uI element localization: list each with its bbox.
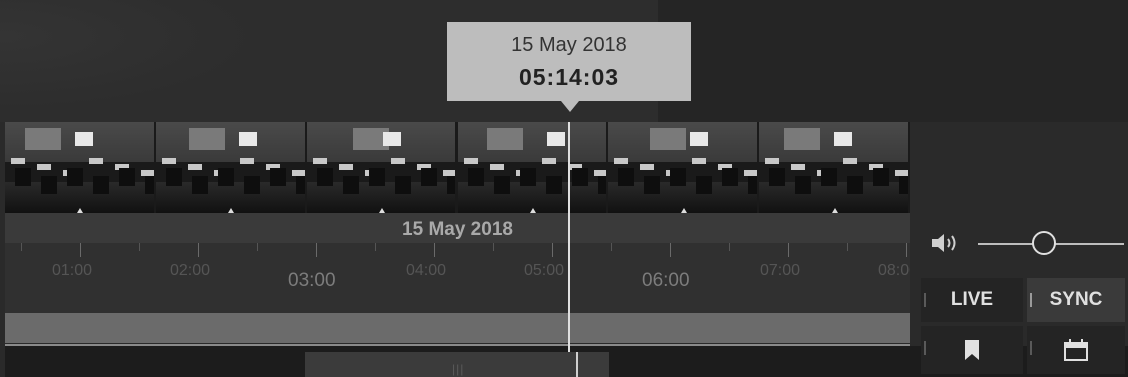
ruler-tick [906, 243, 907, 257]
hour-label: 07:00 [760, 262, 801, 279]
ruler-tick [316, 243, 317, 257]
hour-label: 03:00 [288, 270, 336, 291]
playhead[interactable] [568, 122, 570, 352]
tooltip-date: 15 May 2018 [511, 34, 627, 56]
video-pane-shade [0, 0, 300, 122]
sync-indicator [1030, 293, 1032, 307]
volume-slider-knob[interactable] [1031, 231, 1056, 255]
ruler-tick [21, 243, 22, 251]
tooltip-arrow [561, 101, 579, 112]
sync-button[interactable]: SYNC [1027, 278, 1125, 322]
bookmark-icon [965, 340, 979, 360]
ruler-tick [493, 243, 494, 251]
recording-track[interactable] [5, 313, 910, 343]
video-thumbnail[interactable] [306, 122, 456, 213]
playhead-lower [576, 352, 578, 377]
ruler-tick [198, 243, 199, 257]
ruler-tick [257, 243, 258, 251]
time-tooltip: 15 May 2018 05:14:03 [447, 22, 691, 112]
hour-label: 04:00 [406, 262, 447, 279]
timeline-date-label: 15 May 2018 [402, 219, 513, 240]
ruler-tick [788, 243, 789, 257]
tooltip-time: 05:14:03 [518, 64, 620, 90]
volume-icon[interactable] [930, 232, 962, 254]
live-button-label: LIVE [950, 289, 994, 310]
video-pane-right [658, 0, 1128, 122]
sync-button-label: SYNC [1049, 289, 1103, 310]
video-thumbnail[interactable] [5, 122, 154, 213]
calendar-indicator [1030, 341, 1032, 355]
live-button[interactable]: LIVE [921, 278, 1023, 322]
hour-label: 02:00 [170, 262, 211, 279]
hour-label: 06:00 [642, 270, 690, 291]
calendar-icon [1064, 339, 1088, 361]
time-ruler[interactable]: 01:00 02:00 03:00 04:00 05:00 06:00 07:00 08:00 [5, 243, 918, 313]
video-thumbnail[interactable] [457, 122, 607, 213]
bookmark-indicator [924, 341, 926, 355]
ruler-tick [139, 243, 140, 251]
ruler-tick [670, 243, 671, 257]
ruler-tick [375, 243, 376, 251]
ruler-tick [847, 243, 848, 251]
hour-label: 05:00 [524, 262, 565, 279]
video-thumbnail[interactable] [155, 122, 305, 213]
ruler-tick [80, 243, 81, 257]
video-thumbnail[interactable] [608, 122, 758, 213]
thumbnail-strip[interactable] [5, 122, 910, 213]
video-thumbnail[interactable] [759, 122, 908, 213]
scrollbar-grip-icon[interactable]: ||| [452, 362, 464, 376]
ruler-tick [611, 243, 612, 251]
live-indicator [924, 293, 926, 307]
ruler-tick [729, 243, 730, 251]
bookmark-button[interactable] [921, 326, 1023, 374]
calendar-button[interactable] [1027, 326, 1125, 374]
date-band: 15 May 2018 [5, 213, 910, 243]
hour-label: 01:00 [52, 262, 93, 279]
ruler-tick [434, 243, 435, 257]
ruler-tick [552, 243, 553, 257]
